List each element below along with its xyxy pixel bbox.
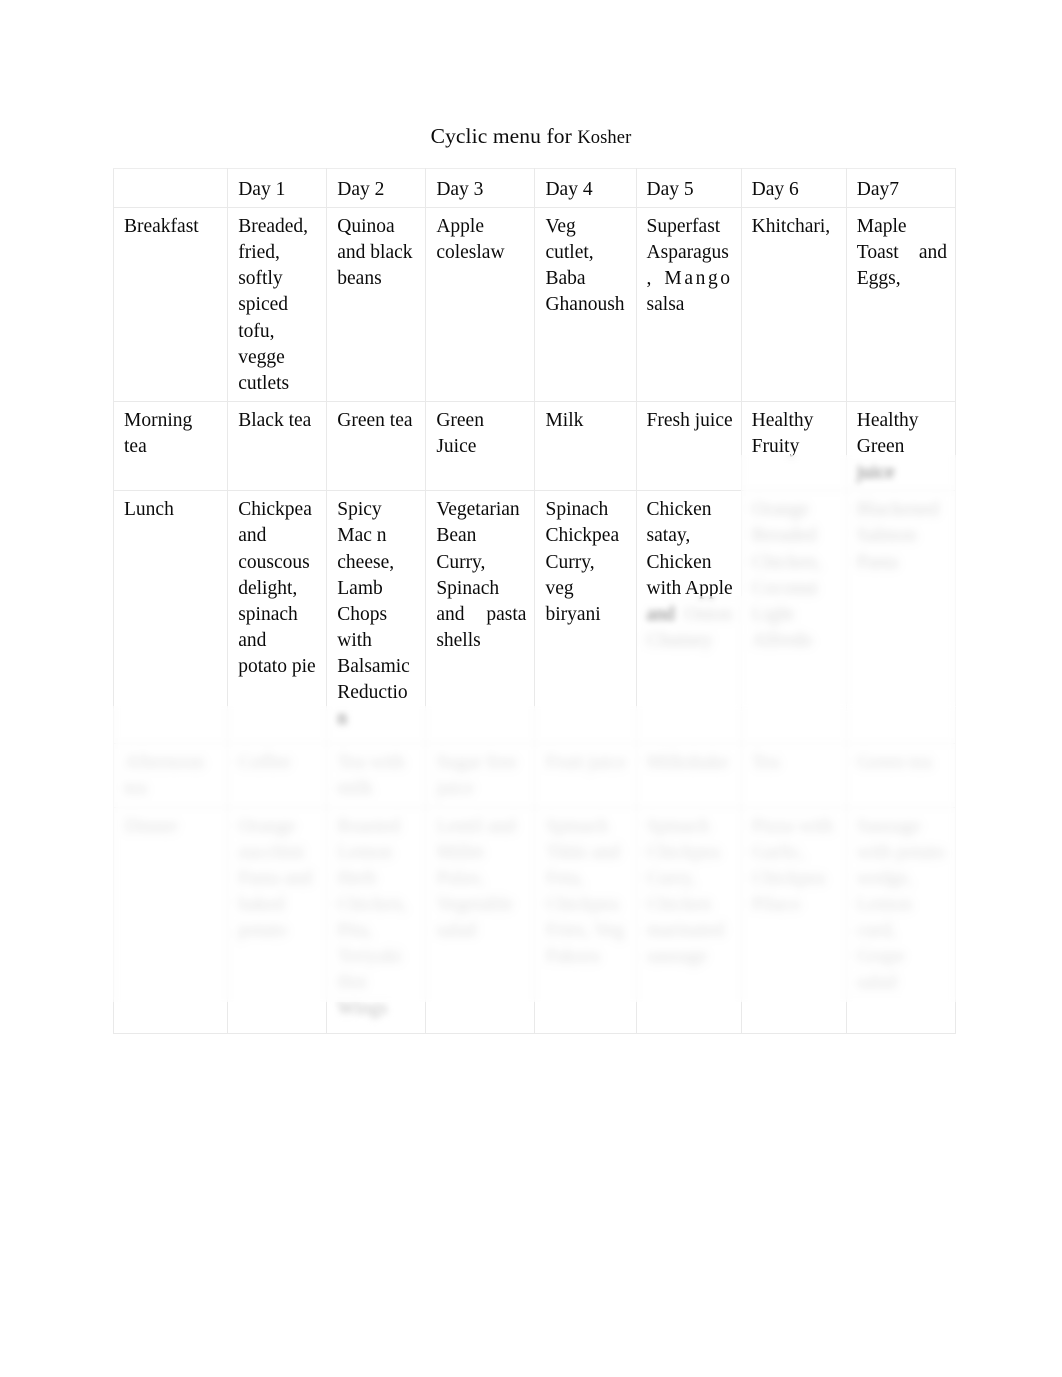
cell-dinner-day-2: Roasted Lemon Herb Chicken, Pita, Teriya… xyxy=(326,806,427,1034)
cell-morning-tea-day-5: Fresh juice xyxy=(635,400,742,492)
row-label-morning-tea: Morning tea xyxy=(112,400,229,492)
cell-afternoon-tea-day-7-redacted: Green tea xyxy=(856,752,933,774)
cell-lunch-day-7-redacted: Blackened Salmon Pasta xyxy=(856,499,940,573)
cell-breakfast-day-1: Breaded, fried, softly spiced tofu, vegg… xyxy=(227,207,328,402)
cell-morning-tea-day-6: Healthy Fruity xyxy=(740,400,847,492)
row-label-breakfast: Breakfast xyxy=(112,207,229,402)
column-header-day-6: Day 6 xyxy=(740,168,847,208)
cell-breakfast-day-4: Veg cutlet, Baba Ghanoush xyxy=(534,207,637,402)
row-label-dinner: Dinner xyxy=(112,806,229,1034)
cell-afternoon-tea-day-4-redacted: Fruit juice xyxy=(545,752,627,774)
table-header-row: Day 1 Day 2 Day 3 Day 4 Day 5 Day 6 Day7 xyxy=(112,168,957,208)
column-header-day-7: Day7 xyxy=(845,168,957,208)
table-row-afternoon-tea: Afternoon tea Coffee Tea with milk Sugar… xyxy=(112,743,957,808)
cell-breakfast-day-5-emphasis: Mango xyxy=(664,268,733,290)
cell-dinner-day-6: Pizza with Garlic, Chickpea Pilaco xyxy=(740,806,847,1034)
column-header-day-2: Day 2 xyxy=(326,168,427,208)
cell-dinner-day-3-redacted: Lentil and Millet Pulav, Vegetable salad xyxy=(436,815,516,942)
cell-afternoon-tea-day-1-redacted: Coffee xyxy=(238,752,291,774)
cell-lunch-day-5: Chicken satay, Chicken with Apple and On… xyxy=(635,490,742,745)
cell-afternoon-tea-day-6-redacted: Tea xyxy=(751,752,780,774)
cell-breakfast-day-5-tail: salsa xyxy=(646,294,685,316)
row-label-lunch: Lunch xyxy=(112,490,229,745)
cell-afternoon-tea-day-7: Green tea xyxy=(845,743,957,808)
cell-lunch-day-2: Spicy Mac n cheese, Lamb Chops with Bals… xyxy=(326,490,427,745)
cell-afternoon-tea-day-2-redacted: Tea with milk xyxy=(337,752,405,800)
cell-breakfast-day-6: Khitchari, xyxy=(740,207,847,402)
cell-breakfast-day-2: Quinoa and black beans xyxy=(326,207,427,402)
table-row-breakfast: Breakfast Breaded, fried, softly spiced … xyxy=(112,207,957,402)
page-title: Cyclic menu for Kosher xyxy=(0,124,1062,149)
cell-dinner-day-1-redacted: Orange zucchini Pasta and baked potato xyxy=(238,815,313,942)
table-row-lunch: Lunch Chickpea and couscous delight, spi… xyxy=(112,490,957,745)
cell-breakfast-day-5: Superfast Asparagus, Mango salsa xyxy=(635,207,742,402)
cell-morning-tea-day-1: Black tea xyxy=(227,400,328,492)
row-label-afternoon-tea: Afternoon tea xyxy=(112,743,229,808)
cell-dinner-day-7: Sausage with potato wedge, Lemon curd, G… xyxy=(845,806,957,1034)
cell-afternoon-tea-day-6: Tea xyxy=(740,743,847,808)
cell-dinner-day-1: Orange zucchini Pasta and baked potato xyxy=(227,806,328,1034)
row-label-afternoon-tea-redacted: Afternoon tea xyxy=(124,752,205,800)
column-header-day-4: Day 4 xyxy=(534,168,637,208)
cell-lunch-day-6: Orange Breaded Chicken, Coconut Light Al… xyxy=(740,490,847,745)
cell-dinner-day-6-redacted: Pizza with Garlic, Chickpea Pilaco xyxy=(751,815,834,915)
page-title-subject: Kosher xyxy=(577,128,632,148)
cell-lunch-day-1: Chickpea and couscous delight, spinach a… xyxy=(227,490,328,745)
column-header-day-5: Day 5 xyxy=(635,168,742,208)
cell-dinner-day-5-redacted: Spinach Chickpea Curry, Chicken marinate… xyxy=(646,815,725,968)
cell-breakfast-day-3: Apple coleslaw xyxy=(425,207,536,402)
cell-morning-tea-day-4: Milk xyxy=(534,400,637,492)
cell-dinner-day-5: Spinach Chickpea Curry, Chicken marinate… xyxy=(635,806,742,1034)
cell-morning-tea-day-2: Green tea xyxy=(326,400,427,492)
column-header-day-3: Day 3 xyxy=(425,168,536,208)
cell-lunch-day-3: Vegetarian Bean Curry, Spinach and pasta… xyxy=(425,490,536,745)
cell-afternoon-tea-day-1: Coffee xyxy=(227,743,328,808)
cell-lunch-day-6-redacted: Orange Breaded Chicken, Coconut Light Al… xyxy=(751,499,822,651)
table-row-dinner: Dinner Orange zucchini Pasta and baked p… xyxy=(112,806,957,1034)
page-title-main: Cyclic menu for xyxy=(430,124,578,148)
cell-dinner-day-3: Lentil and Millet Pulav, Vegetable salad xyxy=(425,806,536,1034)
cell-afternoon-tea-day-5-redacted: Milkshake xyxy=(646,752,729,774)
cell-morning-tea-day-7: Healthy Green juice xyxy=(845,400,957,492)
cell-lunch-day-4: Spinach Chickpea Curry, veg biryani xyxy=(534,490,637,745)
column-header-day-1: Day 1 xyxy=(227,168,328,208)
cell-dinner-day-4: Spinach Tikki and Feta, Chickpea Fries, … xyxy=(534,806,637,1034)
document-page: Cyclic menu for Kosher Day 1 Day 2 Day 3… xyxy=(0,0,1062,1377)
cell-afternoon-tea-day-3-redacted: Sugar free juice xyxy=(436,752,517,800)
cell-afternoon-tea-day-5: Milkshake xyxy=(635,743,742,808)
cell-afternoon-tea-day-3: Sugar free juice xyxy=(425,743,536,808)
cell-lunch-day-7: Blackened Salmon Pasta xyxy=(845,490,957,745)
cell-dinner-day-2-redacted: Roasted Lemon Herb Chicken, Pita, Teriya… xyxy=(337,815,408,1020)
cell-afternoon-tea-day-4: Fruit juice xyxy=(534,743,637,808)
cell-morning-tea-day-3: Green Juice xyxy=(425,400,536,492)
header-corner-cell xyxy=(112,168,229,208)
cell-breakfast-day-7: Maple Toast and Eggs, xyxy=(845,207,957,402)
cell-dinner-day-7-redacted: Sausage with potato wedge, Lemon curd, G… xyxy=(856,815,946,994)
row-label-dinner-redacted: Dinner xyxy=(124,815,179,837)
table-row-morning-tea: Morning tea Black tea Green tea Green Ju… xyxy=(112,400,957,492)
cell-dinner-day-4-redacted: Spinach Tikki and Feta, Chickpea Fries, … xyxy=(545,815,625,968)
cell-afternoon-tea-day-2: Tea with milk xyxy=(326,743,427,808)
cyclic-menu-table: Day 1 Day 2 Day 3 Day 4 Day 5 Day 6 Day7… xyxy=(112,168,957,1034)
